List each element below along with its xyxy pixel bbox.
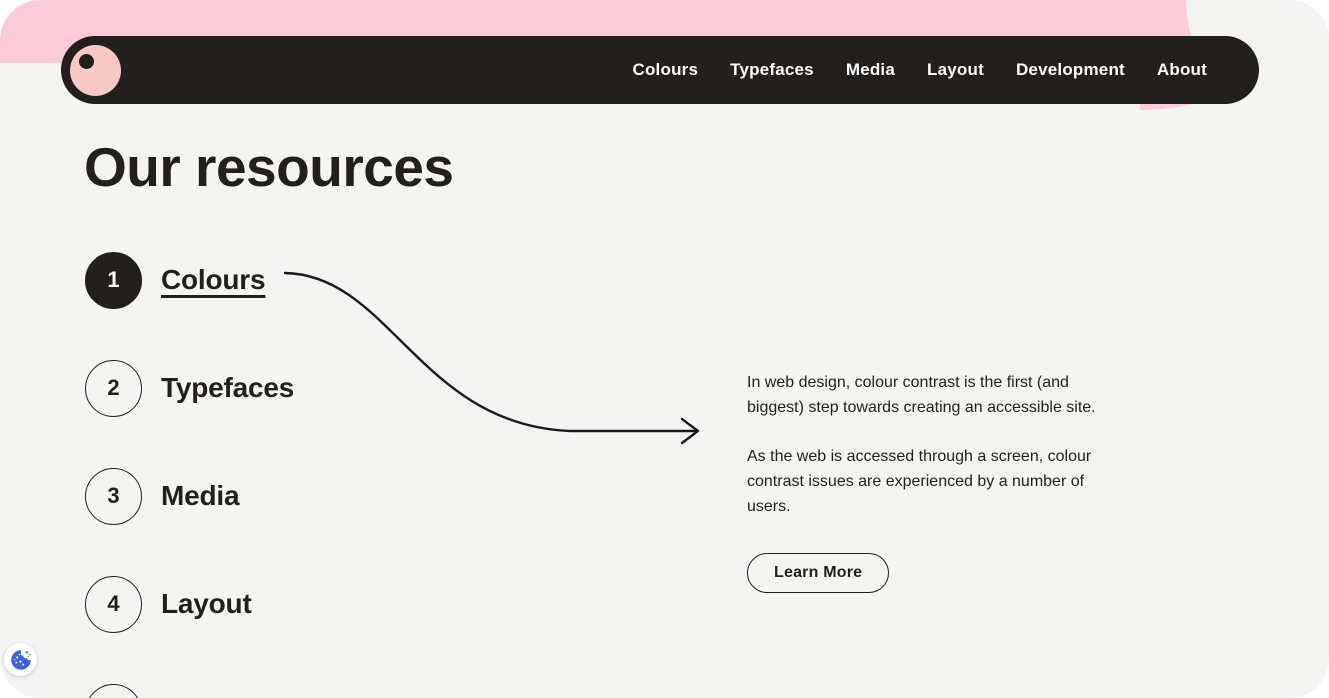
- resource-item-colours[interactable]: 1 Colours: [85, 250, 505, 310]
- nav-link-typefaces[interactable]: Typefaces: [730, 60, 814, 79]
- resource-item-media[interactable]: 3 Media: [85, 466, 505, 526]
- page-root: Colours Typefaces Media Layout Developme…: [0, 0, 1329, 698]
- nav-link-colours[interactable]: Colours: [633, 60, 699, 79]
- content-paragraph-1: In web design, colour contrast is the fi…: [747, 374, 1096, 416]
- learn-more-button[interactable]: Learn More: [747, 553, 890, 593]
- nav-link-about[interactable]: About: [1157, 60, 1207, 79]
- resource-number-5: [85, 683, 142, 698]
- resource-number-2: 2: [85, 359, 142, 417]
- resource-item-layout[interactable]: 4 Layout: [85, 574, 505, 634]
- brand-logo-dot: [79, 53, 94, 69]
- content-column: In web design, colour contrast is the fi…: [747, 370, 1119, 593]
- resource-number-3: 3: [85, 467, 142, 525]
- content-paragraph-2: As the web is accessed through a screen,…: [747, 448, 1092, 515]
- resource-number-1: 1: [85, 251, 142, 309]
- nav-link-layout[interactable]: Layout: [927, 60, 984, 79]
- cookie-icon: [10, 649, 31, 670]
- resource-label-typefaces: Typefaces: [161, 372, 295, 403]
- nav-link-media[interactable]: Media: [846, 60, 895, 79]
- resource-list: 1 Colours 2 Typefaces 3 Media 4 Layout: [85, 250, 505, 698]
- resource-label-colours: Colours: [161, 264, 266, 295]
- brand-logo-icon[interactable]: [70, 44, 121, 96]
- resource-item-typefaces[interactable]: 2 Typefaces: [85, 358, 505, 418]
- page-title: Our resources: [84, 136, 454, 198]
- cookie-consent-button[interactable]: [4, 643, 37, 676]
- nav-links: Colours Typefaces Media Layout Developme…: [633, 60, 1208, 80]
- resource-number-4: 4: [85, 575, 142, 633]
- main-navbar: Colours Typefaces Media Layout Developme…: [61, 36, 1259, 104]
- resource-item-partial[interactable]: [85, 682, 505, 698]
- resource-label-media: Media: [161, 480, 240, 511]
- nav-link-development[interactable]: Development: [1016, 60, 1125, 79]
- resource-label-layout: Layout: [161, 588, 252, 619]
